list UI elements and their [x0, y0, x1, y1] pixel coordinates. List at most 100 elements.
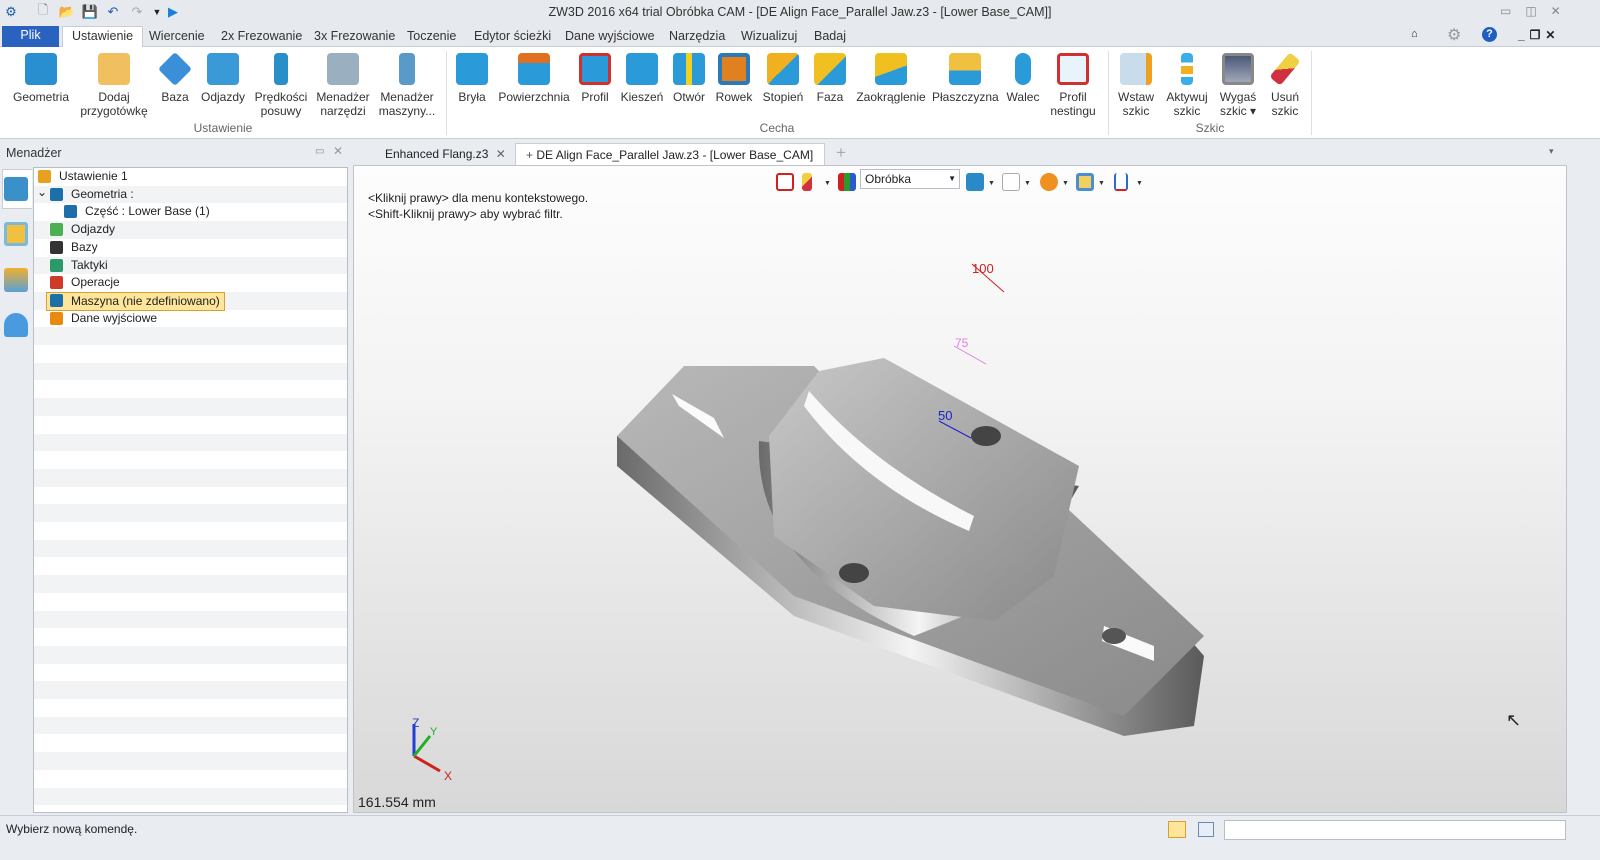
- tree-empty-row: [34, 468, 347, 487]
- pin-icon[interactable]: ▭: [315, 146, 324, 157]
- tab-list-dropdown-icon[interactable]: ▾: [1549, 146, 1554, 157]
- usun-szkic-button[interactable]: Usuń szkic: [1264, 51, 1306, 118]
- rowek-button[interactable]: Rowek: [713, 51, 755, 104]
- tab-edytor-sciezki[interactable]: Edytor ścieżki: [465, 27, 560, 47]
- aktywuj-szkic-button[interactable]: Aktywuj szkic: [1162, 51, 1212, 118]
- geometria-button[interactable]: Geometria: [10, 51, 72, 104]
- otwor-button[interactable]: Otwór: [668, 51, 710, 104]
- menadzer-narzedzi-button[interactable]: Menadżer narzędzi: [314, 51, 372, 118]
- walec-button[interactable]: Walec: [1003, 51, 1043, 104]
- command-input[interactable]: [1224, 820, 1566, 840]
- tree-empty-row: [34, 433, 347, 452]
- machine-manager-icon: [399, 53, 415, 85]
- tree-item[interactable]: ⌄ Geometria :: [34, 184, 347, 204]
- tab-label: Enhanced Flang.z3: [385, 147, 489, 161]
- tree-empty-row: [34, 327, 347, 345]
- tree-node-icon: [50, 276, 63, 290]
- tree-empty-row: [34, 539, 347, 558]
- fillet-icon: [875, 53, 907, 85]
- monitor-icon: [1222, 53, 1254, 85]
- manager-side-tabs: [0, 165, 33, 813]
- collapse-ribbon-icon[interactable]: ⌂: [1411, 28, 1418, 40]
- menadzer-maszyny-button[interactable]: Menadżer maszyny...: [376, 51, 438, 118]
- tab-wiercenie[interactable]: Wiercenie: [140, 27, 214, 47]
- scale-readout: 161.554 mm: [358, 794, 436, 810]
- tree-empty-row: [34, 770, 347, 788]
- dodaj-przygotowke-button[interactable]: Dodaj przygotówkę: [78, 51, 150, 118]
- tab-dane-wyjsciowe[interactable]: Dane wyjściowe: [556, 27, 664, 47]
- tree-item-label: Geometria :: [71, 186, 134, 201]
- surface-icon: [518, 53, 550, 85]
- close-panel-icon[interactable]: ✕: [333, 144, 343, 158]
- manager-title: Menadżer: [6, 146, 62, 160]
- image-icon[interactable]: [4, 268, 28, 292]
- part-model[interactable]: [354, 166, 1568, 814]
- tree-item[interactable]: Ustawienie 1: [34, 168, 347, 186]
- profil-button[interactable]: Profil: [575, 51, 615, 104]
- window-title: ZW3D 2016 x64 trial Obróbka CAM - [DE Al…: [548, 5, 1052, 19]
- list-mode-icon[interactable]: [1198, 822, 1214, 837]
- label: przygotówkę: [80, 104, 148, 118]
- tree-item[interactable]: Taktyki: [34, 256, 347, 275]
- tree-empty-row: [34, 716, 347, 735]
- tree-item[interactable]: Odjazdy: [34, 221, 347, 239]
- tab-ustawienie[interactable]: Ustawienie: [62, 26, 144, 47]
- tab-narzedzia[interactable]: Narzędzia: [660, 27, 734, 47]
- dimension-label: 75: [955, 336, 969, 350]
- tree-item[interactable]: Dane wyjściowe: [34, 310, 347, 328]
- doc-tab[interactable]: Enhanced Flang.z3 ✕: [375, 143, 515, 165]
- profil-nestingu-button[interactable]: Profil nestingu: [1046, 51, 1100, 118]
- label: Kieszeń: [620, 90, 664, 104]
- 3d-viewport[interactable]: ▼ Obróbka ▼ ▼ ▼ ▼ ▼ ▼ <Kliknij prawy> dla…: [353, 165, 1567, 813]
- input-mode-icon[interactable]: [1168, 821, 1186, 838]
- label: Profil: [1059, 90, 1087, 104]
- tree-item[interactable]: Część : Lower Base (1): [34, 203, 347, 221]
- label: narzędzi: [320, 104, 366, 118]
- doc-tab-active[interactable]: + DE Align Face_Parallel Jaw.z3 - [Lower…: [515, 143, 825, 184]
- wygas-szkic-button[interactable]: Wygaś szkic ▾: [1216, 51, 1260, 118]
- cam-manager-icon[interactable]: [4, 177, 28, 201]
- status-bar: Wybierz nową komendę.: [0, 815, 1600, 843]
- user-icon[interactable]: [4, 313, 28, 337]
- tree-item[interactable]: Bazy: [34, 239, 347, 257]
- status-text: Wybierz nową komendę.: [6, 822, 138, 836]
- kieszen-button[interactable]: Kieszeń: [620, 51, 664, 104]
- label: szkic ▾: [1219, 104, 1257, 118]
- wstaw-szkic-button[interactable]: Wstaw szkic: [1114, 51, 1158, 118]
- label: Menadżer: [380, 90, 434, 104]
- settings-gear-icon[interactable]: ⚙: [1447, 25, 1461, 45]
- part-view-icon[interactable]: [4, 222, 28, 246]
- predkosci-button[interactable]: Prędkości posuwy: [252, 51, 310, 118]
- window-controls[interactable]: ▭◫✕: [1500, 4, 1575, 18]
- plaszczyzna-button[interactable]: Płaszczyzna: [932, 51, 999, 104]
- tab-badaj[interactable]: Badaj: [805, 27, 855, 47]
- tree-item[interactable]: Maszyna (nie zdefiniowano): [34, 291, 347, 311]
- tree-empty-row: [34, 345, 347, 363]
- tab-3x-frezowanie[interactable]: 3x Frezowanie: [305, 27, 404, 47]
- new-tab-button[interactable]: +: [836, 143, 846, 163]
- close-tab-icon[interactable]: ✕: [496, 147, 506, 161]
- label: Faza: [816, 90, 844, 104]
- tab-toczenie[interactable]: Toczenie: [398, 27, 465, 47]
- tree-empty-row: [34, 398, 347, 416]
- doc-window-controls[interactable]: _❐✕: [1518, 28, 1561, 42]
- tree-empty-row: [34, 628, 347, 646]
- stopien-button[interactable]: Stopień: [759, 51, 807, 104]
- tab-2x-frezowanie[interactable]: 2x Frezowanie: [212, 27, 311, 47]
- tab-wizualizuj[interactable]: Wizualizuj: [732, 27, 806, 47]
- bryla-button[interactable]: Bryła: [452, 51, 492, 104]
- label: Usuń: [1270, 90, 1299, 104]
- file-menu[interactable]: Plik: [2, 26, 59, 47]
- tree-empty-row: [34, 681, 347, 699]
- baza-button[interactable]: Baza: [156, 51, 194, 104]
- zaokraglenie-button[interactable]: Zaokrąglenie: [854, 51, 928, 104]
- odjazdy-button[interactable]: Odjazdy: [198, 51, 248, 104]
- solid-icon: [456, 53, 488, 85]
- help-icon[interactable]: ?: [1482, 27, 1497, 42]
- faza-button[interactable]: Faza: [810, 51, 850, 104]
- powierzchnia-button[interactable]: Powierzchnia: [497, 51, 571, 104]
- datum-icon: [158, 52, 192, 86]
- tree-item[interactable]: Operacje: [34, 274, 347, 292]
- expand-chevron-icon[interactable]: ⌄: [37, 184, 47, 201]
- tree-empty-row: [34, 575, 347, 593]
